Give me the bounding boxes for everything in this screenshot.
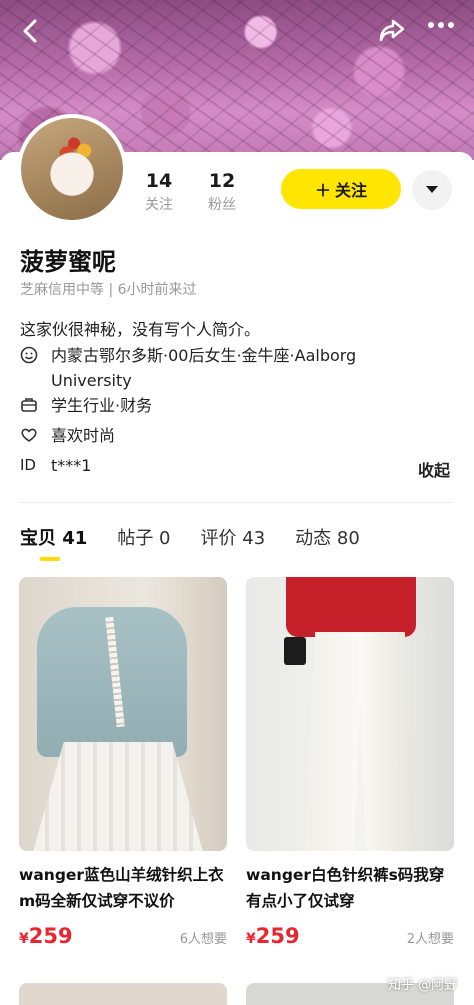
info-location-text: 内蒙古鄂尔多斯·00后女生·金牛座·Aalborg University bbox=[51, 346, 357, 390]
share-icon[interactable] bbox=[378, 18, 406, 49]
follow-button-label: 关注 bbox=[335, 181, 368, 200]
back-icon[interactable] bbox=[18, 18, 44, 49]
info-likes-text: 喜欢时尚 bbox=[51, 426, 116, 445]
smiley-icon bbox=[20, 343, 42, 371]
avatar[interactable] bbox=[17, 114, 127, 224]
fans-count: 12 bbox=[208, 170, 236, 192]
info-location-row: 内蒙古鄂尔多斯·00后女生·金牛座·Aalborg University bbox=[20, 343, 421, 393]
heart-icon bbox=[20, 423, 42, 451]
product-title: wanger白色针织裤s码我穿有点小了仅试穿 bbox=[246, 866, 445, 910]
id-label: ID bbox=[20, 456, 36, 474]
tab-items[interactable]: 宝贝 41 bbox=[20, 524, 87, 550]
product-card[interactable]: wanger蓝色山羊绒针织上衣m码全新仅试穿不议价 ¥259 6人想要 bbox=[19, 577, 227, 948]
plus-icon: ＋ bbox=[314, 181, 331, 200]
tab-indicator bbox=[40, 557, 60, 561]
product-image[interactable] bbox=[246, 577, 454, 851]
following-stat[interactable]: 14 关注 bbox=[142, 170, 176, 214]
product-image[interactable] bbox=[19, 577, 227, 851]
divider bbox=[20, 502, 454, 503]
chevron-down-icon bbox=[426, 186, 438, 193]
dropdown-button[interactable] bbox=[412, 170, 452, 210]
fans-label: 粉丝 bbox=[208, 197, 236, 213]
credit-active-status: 芝麻信用中等 | 6小时前来过 bbox=[20, 282, 197, 298]
info-likes-row: 喜欢时尚 bbox=[20, 423, 421, 451]
product-card[interactable]: wanger白色针织裤s码我穿有点小了仅试穿 ¥259 2人想要 bbox=[246, 577, 454, 948]
product-price: ¥259 bbox=[19, 924, 73, 948]
product-title: wanger蓝色山羊绒针织上衣m码全新仅试穿不议价 bbox=[19, 866, 224, 910]
tab-posts[interactable]: 帖子 0 bbox=[117, 524, 170, 550]
profile-name: 菠萝蜜呢 bbox=[20, 248, 116, 276]
following-count: 14 bbox=[145, 170, 173, 192]
collapse-button[interactable]: 收起 bbox=[418, 457, 450, 481]
profile-tabs: 宝贝 41 帖子 0 评价 43 动态 80 bbox=[20, 524, 360, 550]
briefcase-icon bbox=[20, 393, 42, 421]
info-job-row: 学生行业·财务 bbox=[20, 393, 421, 421]
more-icon[interactable] bbox=[426, 12, 456, 43]
info-job-text: 学生行业·财务 bbox=[51, 396, 153, 415]
info-id-row: ID t***1 bbox=[20, 453, 421, 478]
tab-reviews[interactable]: 评价 43 bbox=[201, 524, 266, 550]
product-card-next[interactable] bbox=[19, 983, 227, 1005]
product-price: ¥259 bbox=[246, 924, 300, 948]
fans-stat[interactable]: 12 粉丝 bbox=[204, 170, 240, 214]
follow-button[interactable]: ＋ 关注 bbox=[281, 169, 401, 209]
id-value: t***1 bbox=[51, 456, 92, 475]
product-want-count: 6人想要 bbox=[179, 932, 227, 947]
following-label: 关注 bbox=[145, 197, 173, 213]
watermark: 知乎 @阿野 bbox=[388, 978, 458, 993]
tab-activity[interactable]: 动态 80 bbox=[295, 524, 360, 550]
profile-bio: 这家伙很神秘，没有写个人简介。 bbox=[20, 320, 261, 339]
product-want-count: 2人想要 bbox=[406, 932, 454, 947]
